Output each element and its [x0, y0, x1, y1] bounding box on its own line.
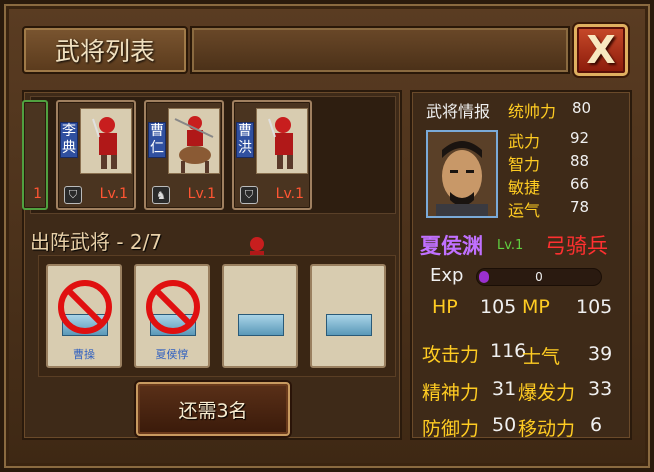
- prohibited-icon: [58, 280, 112, 334]
- cavalry-icon: [174, 116, 214, 173]
- stat-label-intellect: 智力: [508, 155, 541, 174]
- movement-label: 移动力: [518, 418, 576, 440]
- mp-value: 105: [576, 296, 613, 318]
- stat-value-luck: 78: [570, 198, 590, 216]
- stat-value-strength: 92: [570, 129, 590, 147]
- exp-bar: 0: [476, 268, 602, 286]
- stat-label-luck: 运气: [508, 201, 541, 220]
- exp-label: Exp: [430, 265, 464, 286]
- hero-name: 曹仁: [148, 122, 166, 158]
- spirit-value: 31: [492, 378, 517, 400]
- hero-level: Lv.1: [275, 186, 304, 202]
- hero-level: Lv.1: [99, 186, 128, 202]
- close-button[interactable]: X: [574, 24, 628, 76]
- prohibited-icon: [146, 280, 200, 334]
- defense-label: 防御力: [422, 418, 480, 440]
- hero-level: 1: [33, 186, 42, 202]
- window-title: 武将列表: [22, 26, 188, 74]
- soldier-icon: [92, 117, 117, 169]
- hero-name: 李典: [60, 122, 78, 158]
- leadership-label: 统帅力: [508, 102, 557, 121]
- pedestal: [238, 314, 284, 336]
- horse-icon: ♞: [152, 186, 170, 204]
- morale-value: 39: [588, 343, 613, 365]
- movement-value: 6: [590, 414, 603, 436]
- soldier-icon: [268, 117, 293, 169]
- hero-portrait: [256, 108, 308, 174]
- slot-hero-name: 曹操: [73, 348, 95, 361]
- shield-icon: ⛉: [64, 186, 82, 204]
- attack-value: 116: [490, 340, 527, 362]
- hero-card-li-dian[interactable]: 李典 ⛉ Lv.1: [56, 100, 136, 210]
- hp-value: 105: [480, 296, 517, 318]
- stat-value-agility: 66: [570, 175, 590, 193]
- general-level: Lv.1: [497, 238, 524, 253]
- hero-portrait: [80, 108, 132, 174]
- pedestal: [326, 314, 372, 336]
- exp-value: 0: [535, 270, 543, 284]
- spirit-label: 精神力: [422, 382, 480, 404]
- stat-label-strength: 武力: [508, 132, 541, 151]
- shield-icon: ⛉: [240, 186, 258, 204]
- hero-portrait: [168, 108, 220, 174]
- attack-label: 攻击力: [422, 344, 480, 366]
- general-name: 夏侯渊: [420, 234, 483, 258]
- stat-label-agility: 敏捷: [508, 178, 541, 197]
- burst-label: 爆发力: [518, 382, 576, 404]
- hero-card-cao-hong[interactable]: 曹洪 ⛉ Lv.1: [232, 100, 312, 210]
- burst-value: 33: [588, 378, 613, 400]
- hero-card-cao-ren[interactable]: 曹仁 ♞ Lv.1: [144, 100, 224, 210]
- mp-label: MP: [522, 296, 550, 318]
- leadership-value: 80: [572, 99, 592, 117]
- deploy-slot-2[interactable]: 夏侯惇: [134, 264, 210, 368]
- deploy-slot-1[interactable]: 曹操: [46, 264, 122, 368]
- hero-level: Lv.1: [187, 186, 216, 202]
- morale-label: 士气: [522, 346, 561, 368]
- deploy-slot-4[interactable]: [310, 264, 386, 368]
- slot-hero-name: 夏侯惇: [155, 348, 189, 361]
- deploy-slot-3[interactable]: [222, 264, 298, 368]
- general-face-icon: [428, 132, 496, 216]
- defense-value: 50: [492, 414, 517, 436]
- hero-card-partial[interactable]: 1: [22, 100, 48, 210]
- stat-value-intellect: 88: [570, 152, 590, 170]
- hp-label: HP: [432, 296, 458, 318]
- general-class: 弓骑兵: [545, 234, 608, 258]
- general-portrait: [426, 130, 498, 218]
- info-header: 武将情报: [426, 102, 491, 121]
- title-bar: [190, 26, 570, 74]
- hero-name: 曹洪: [236, 122, 254, 158]
- deploy-title: 出阵武将 - 2/7: [30, 230, 163, 254]
- recruit-more-button[interactable]: 还需3名: [136, 382, 290, 436]
